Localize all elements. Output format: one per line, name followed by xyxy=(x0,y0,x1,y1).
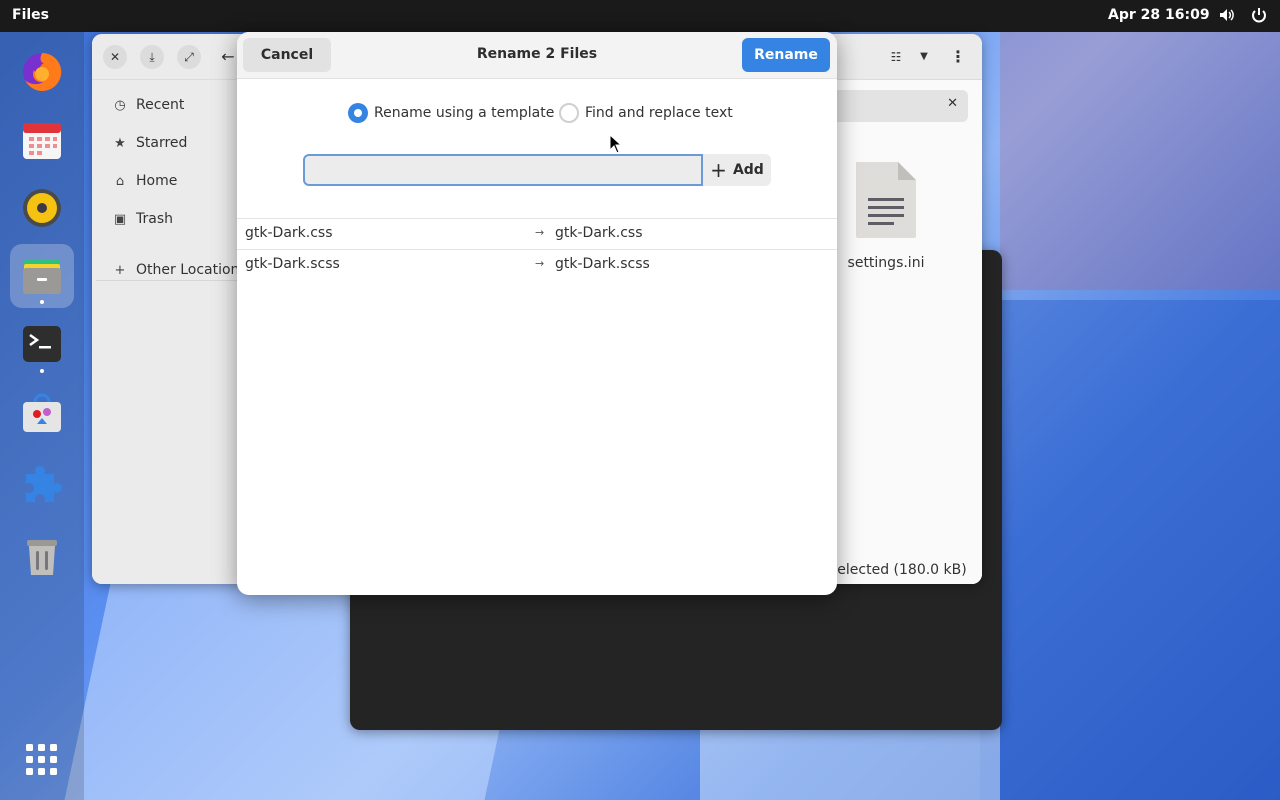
template-input[interactable] xyxy=(303,154,703,186)
wallpaper-shape xyxy=(980,300,1280,800)
sidebar-item-label: Starred xyxy=(136,135,188,151)
wallpaper-shape xyxy=(1000,30,1280,290)
trash-icon: ▣ xyxy=(113,211,127,227)
rhythmbox-icon[interactable] xyxy=(20,186,64,230)
extensions-icon[interactable] xyxy=(20,460,64,504)
rename-mode-selector: Rename using a template Find and replace… xyxy=(237,102,837,124)
sidebar-item-label: Home xyxy=(136,173,178,189)
arrow-right-icon: → xyxy=(535,257,545,270)
minimize-icon[interactable]: ⤓ xyxy=(140,45,164,69)
sidebar-divider xyxy=(96,280,238,281)
add-label: Add xyxy=(732,162,764,178)
radio-unselected-icon xyxy=(559,103,579,123)
radio-find-replace[interactable]: Find and replace text xyxy=(559,103,733,123)
file-icon[interactable] xyxy=(854,160,918,240)
rename-dialog: Cancel Rename 2 Files Rename Rename usin… xyxy=(237,32,837,595)
sidebar-item-trash[interactable]: ▣ Trash xyxy=(112,211,173,227)
radio-selected-icon xyxy=(348,103,368,123)
radio-rename-template[interactable]: Rename using a template xyxy=(348,103,554,123)
mouse-pointer-icon xyxy=(609,133,623,154)
new-filename: gtk-Dark.css xyxy=(555,225,643,241)
file-name-label: settings.ini xyxy=(847,255,925,271)
new-filename: gtk-Dark.scss xyxy=(555,256,650,272)
sidebar-item-other-locations[interactable]: + Other Locations xyxy=(112,262,247,278)
files-sidebar: ◷ Recent ★ Starred ⌂ Home ▣ Trash + Othe… xyxy=(92,80,247,584)
sidebar-item-label: Other Locations xyxy=(136,262,247,278)
system-menu[interactable] xyxy=(1218,6,1268,24)
dialog-header: Cancel Rename 2 Files Rename xyxy=(237,32,837,79)
plus-icon: + xyxy=(114,262,126,278)
sidebar-item-home[interactable]: ⌂ Home xyxy=(112,173,177,189)
list-item: gtk-Dark.scss → gtk-Dark.scss xyxy=(237,250,837,280)
sidebar-item-starred[interactable]: ★ Starred xyxy=(112,135,187,151)
sidebar-item-label: Trash xyxy=(136,211,173,227)
close-icon[interactable]: ✕ xyxy=(103,45,127,69)
files-icon[interactable] xyxy=(10,244,74,308)
dash xyxy=(0,32,84,800)
chevron-down-icon[interactable]: ▼ xyxy=(912,45,936,69)
rename-button[interactable]: Rename xyxy=(742,38,830,72)
sidebar-item-label: Recent xyxy=(136,97,185,113)
star-icon: ★ xyxy=(114,135,126,151)
power-icon xyxy=(1250,6,1268,24)
home-icon: ⌂ xyxy=(115,173,125,189)
list-view-icon[interactable]: ☷ xyxy=(884,45,908,69)
plus-icon: + xyxy=(710,158,727,182)
activities-app-name[interactable]: Files xyxy=(12,7,49,23)
search-bar[interactable]: ✕ xyxy=(832,90,968,122)
terminal-icon[interactable] xyxy=(20,322,64,366)
list-item: gtk-Dark.css → gtk-Dark.css xyxy=(237,219,837,249)
add-button[interactable]: + Add xyxy=(703,154,771,186)
volume-icon xyxy=(1218,6,1236,24)
calendar-icon[interactable] xyxy=(20,118,64,162)
top-bar: Files Apr 28 16:09 xyxy=(0,0,1280,32)
maximize-icon[interactable]: ⤢ xyxy=(177,45,201,69)
running-indicator xyxy=(40,300,44,304)
arrow-right-icon: → xyxy=(535,226,545,239)
clock-icon: ◷ xyxy=(114,97,126,113)
clock[interactable]: Apr 28 16:09 xyxy=(1108,7,1210,23)
radio-label: Find and replace text xyxy=(585,105,733,121)
menu-icon[interactable]: ⋮ xyxy=(946,45,970,69)
app-grid-icon[interactable] xyxy=(20,738,64,782)
firefox-icon[interactable] xyxy=(20,50,64,94)
original-filename: gtk-Dark.css xyxy=(245,225,333,241)
running-indicator xyxy=(40,369,44,373)
original-filename: gtk-Dark.scss xyxy=(245,256,340,272)
close-icon[interactable]: ✕ xyxy=(947,96,958,111)
sidebar-item-recent[interactable]: ◷ Recent xyxy=(112,97,184,113)
trash-icon[interactable] xyxy=(20,534,64,578)
software-icon[interactable] xyxy=(20,390,64,434)
radio-label: Rename using a template xyxy=(374,105,555,121)
selection-status: selected (180.0 kB) xyxy=(830,562,967,578)
